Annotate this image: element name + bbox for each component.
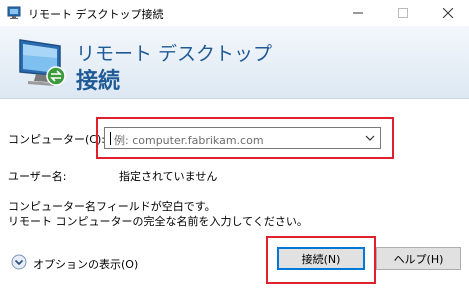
monitor-connection-icon [19, 39, 66, 86]
show-options-link[interactable]: オプションの表示(O) [33, 256, 138, 272]
help-button-label: ヘルプ(H) [393, 252, 444, 266]
username-value: 指定されていません [119, 170, 218, 183]
computer-input-placeholder: 例: computer.fabrikam.com [114, 134, 264, 147]
minimize-icon [352, 12, 363, 14]
computer-combobox[interactable]: 例: computer.fabrikam.com [104, 127, 381, 149]
maximize-icon [397, 8, 408, 18]
window-title: リモート デスクトップ接続 [28, 8, 164, 21]
text-caret [110, 132, 111, 145]
computer-label: コンピューター(C): [8, 133, 105, 146]
remote-desktop-app-icon [7, 6, 21, 19]
banner-title-line1: リモート デスクトップ [76, 43, 273, 65]
expand-options-icon[interactable] [11, 254, 27, 270]
maximize-button[interactable] [380, 0, 425, 26]
chevron-down-icon[interactable] [364, 131, 376, 145]
title-bar: リモート デスクトップ接続 [0, 0, 469, 26]
minimize-button[interactable] [335, 0, 380, 26]
banner-title-line2: 接続 [76, 69, 121, 94]
message-line2: リモート コンピューターの完全な名前を入力してください。 [8, 215, 308, 228]
message-line1: コンピューター名フィールドが空白です。 [8, 200, 216, 213]
close-button[interactable] [425, 0, 469, 26]
connect-button-label: 接続(N) [301, 252, 341, 266]
help-button[interactable]: ヘルプ(H) [376, 247, 461, 270]
username-label: ユーザー名: [8, 170, 67, 183]
connect-button[interactable]: 接続(N) [277, 247, 365, 270]
header-banner: リモート デスクトップ 接続 [0, 26, 469, 99]
close-icon [442, 8, 453, 18]
